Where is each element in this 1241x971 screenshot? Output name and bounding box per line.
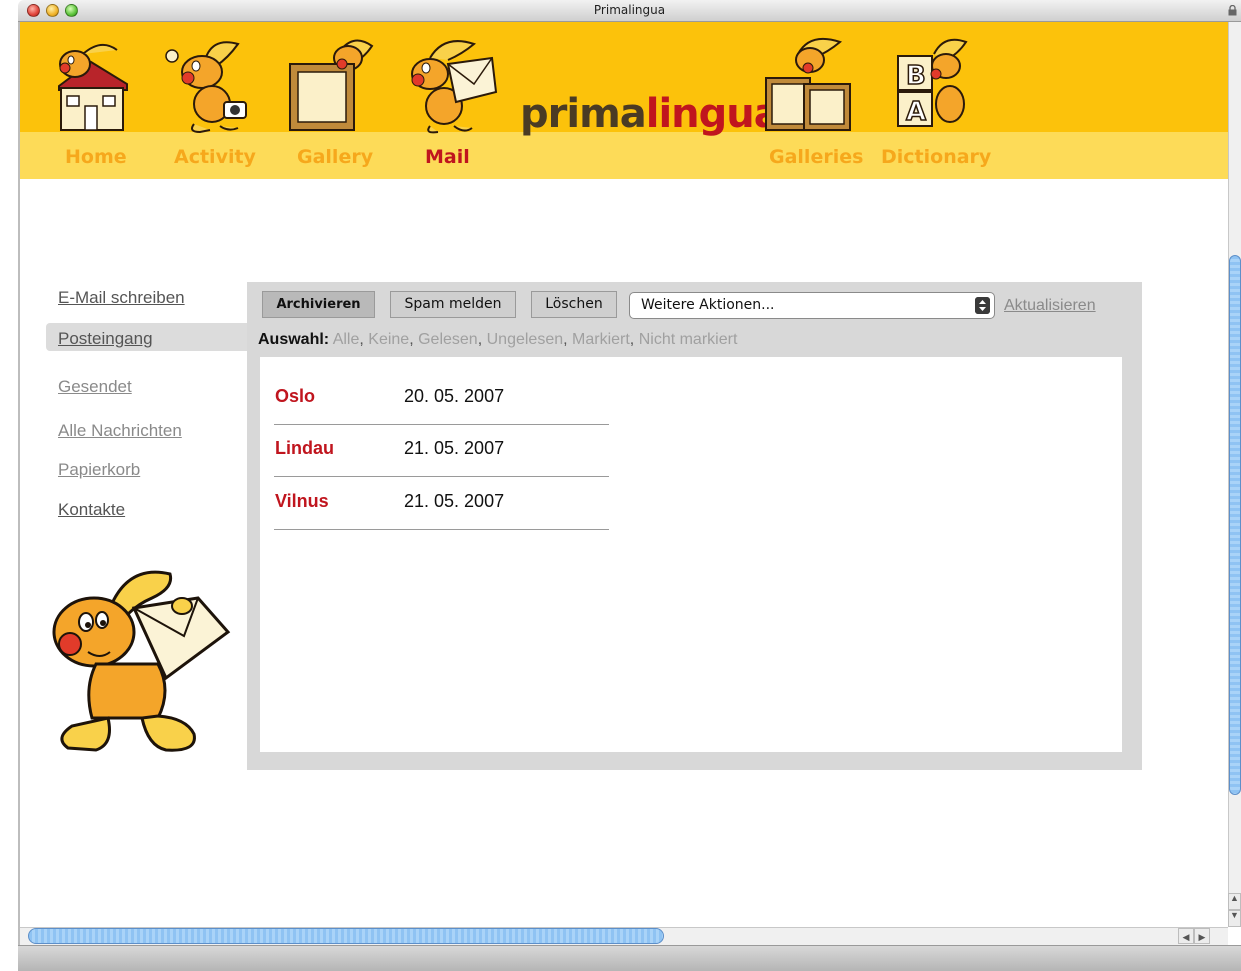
message-row[interactable]: Oslo 20. 05. 2007 [274,373,609,425]
more-actions-select[interactable]: Weitere Aktionen... [629,292,995,319]
svg-text:B: B [906,61,926,91]
selection-bar: Auswahl: Alle, Keine, Gelesen, Ungelesen… [258,331,738,348]
selection-label: Auswahl: [258,331,330,348]
scroll-up-arrow-icon[interactable]: ▲ [1228,893,1241,910]
message-row[interactable]: Vilnus 21. 05. 2007 [274,478,609,530]
vertical-scroll-thumb[interactable] [1229,255,1241,795]
nav-galleries[interactable]: Galleries [769,146,863,168]
scroll-down-arrow-icon[interactable]: ▼ [1228,910,1241,927]
primalingua-logo[interactable]: primalingua [520,94,781,134]
frames-stack-icon[interactable] [758,34,858,134]
message-date: 20. 05. 2007 [404,386,505,406]
select-arrows-icon [975,297,990,314]
horizontal-scroll-thumb[interactable] [28,928,664,944]
window-bottom-bar [18,945,1241,971]
nav-gallery[interactable]: Gallery [297,146,373,168]
nav-dictionary[interactable]: Dictionary [881,146,991,168]
message-date: 21. 05. 2007 [404,491,505,511]
select-starred-link[interactable]: Markiert [572,331,630,348]
message-sender: Lindau [275,438,334,458]
rabbit-camera-icon[interactable] [158,34,258,134]
spam-button[interactable]: Spam melden [390,291,516,318]
scroll-right-arrow-icon[interactable]: ▶ [1194,928,1210,944]
nav-home[interactable]: Home [65,146,127,168]
letter-blocks-icon[interactable]: B A [880,34,980,134]
nav-activity[interactable]: Activity [174,146,256,168]
scroll-left-arrow-icon[interactable]: ◀ [1178,928,1194,944]
nav-mail[interactable]: Mail [425,146,470,168]
message-sender: Vilnus [275,491,329,511]
sidebar-item-trash[interactable]: Papierkorb [58,460,140,480]
delete-button[interactable]: Löschen [531,291,617,318]
message-date: 21. 05. 2007 [404,438,505,458]
sidebar-item-contacts[interactable]: Kontakte [58,500,125,520]
select-read-link[interactable]: Gelesen [418,331,478,348]
rabbit-mascot-envelope-illustration [52,570,231,752]
sidebar-item-all-messages[interactable]: Alle Nachrichten [58,421,182,441]
rabbit-envelope-icon[interactable] [400,34,500,134]
sidebar-item-inbox[interactable]: Posteingang [58,329,153,349]
message-row[interactable]: Lindau 21. 05. 2007 [274,425,609,477]
refresh-link[interactable]: Aktualisieren [1004,297,1096,315]
window-title: Primalingua [593,3,666,17]
select-all-link[interactable]: Alle [333,331,360,348]
more-actions-value: Weitere Aktionen... [641,297,775,313]
select-unread-link[interactable]: Ungelesen [487,331,564,348]
svg-text:A: A [906,97,926,127]
sidebar-item-sent[interactable]: Gesendet [58,377,132,397]
picture-frame-icon[interactable] [282,34,378,134]
house-icon[interactable] [45,34,137,134]
select-none-link[interactable]: Keine [368,331,409,348]
archive-button[interactable]: Archivieren [262,291,375,318]
sidebar-item-compose[interactable]: E-Mail schreiben [58,288,185,308]
window-titlebar[interactable]: Primalingua [18,0,1241,22]
message-sender: Oslo [275,386,316,406]
select-unstarred-link[interactable]: Nicht markiert [639,331,738,348]
lock-icon [1228,5,1237,16]
